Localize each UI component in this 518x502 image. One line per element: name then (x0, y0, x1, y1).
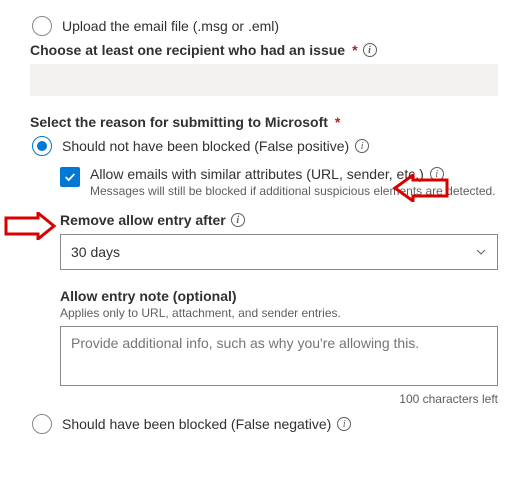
radio-selected-icon (32, 136, 52, 156)
remove-after-value: 30 days (71, 244, 120, 260)
annotation-arrow-right (4, 212, 60, 240)
info-icon[interactable]: i (363, 43, 377, 57)
radio-false-negative[interactable]: Should have been blocked (False negative… (30, 414, 498, 434)
radio-upload-email-file[interactable]: Upload the email file (.msg or .eml) (30, 16, 498, 36)
note-chars-left: 100 characters left (60, 392, 498, 406)
remove-after-dropdown[interactable]: 30 days (60, 234, 498, 270)
radio-unselected-icon (32, 16, 52, 36)
info-icon[interactable]: i (231, 213, 245, 227)
required-asterisk: * (335, 114, 340, 130)
checkmark-icon (63, 170, 77, 184)
radio-unselected-icon (32, 414, 52, 434)
remove-after-label: Remove allow entry after (60, 212, 226, 228)
allow-checkbox[interactable] (60, 167, 80, 187)
radio-upload-label: Upload the email file (.msg or .eml) (62, 18, 279, 34)
radio-false-negative-label: Should have been blocked (False negative… (62, 416, 331, 432)
chevron-down-icon (475, 246, 487, 258)
note-desc: Applies only to URL, attachment, and sen… (60, 306, 498, 320)
allow-desc: Messages will still be blocked if additi… (90, 184, 496, 198)
info-icon[interactable]: i (337, 417, 351, 431)
recipient-label: Choose at least one recipient who had an… (30, 42, 345, 58)
note-textarea[interactable] (60, 326, 498, 386)
reason-label: Select the reason for submitting to Micr… (30, 114, 328, 130)
recipient-input[interactable] (30, 64, 498, 96)
required-asterisk: * (352, 42, 357, 58)
radio-false-positive-label: Should not have been blocked (False posi… (62, 138, 349, 154)
info-icon[interactable]: i (355, 139, 369, 153)
allow-label: Allow emails with similar attributes (UR… (90, 166, 424, 182)
note-label: Allow entry note (optional) (60, 288, 237, 304)
radio-false-positive[interactable]: Should not have been blocked (False posi… (30, 136, 498, 156)
info-icon[interactable]: i (430, 167, 444, 181)
